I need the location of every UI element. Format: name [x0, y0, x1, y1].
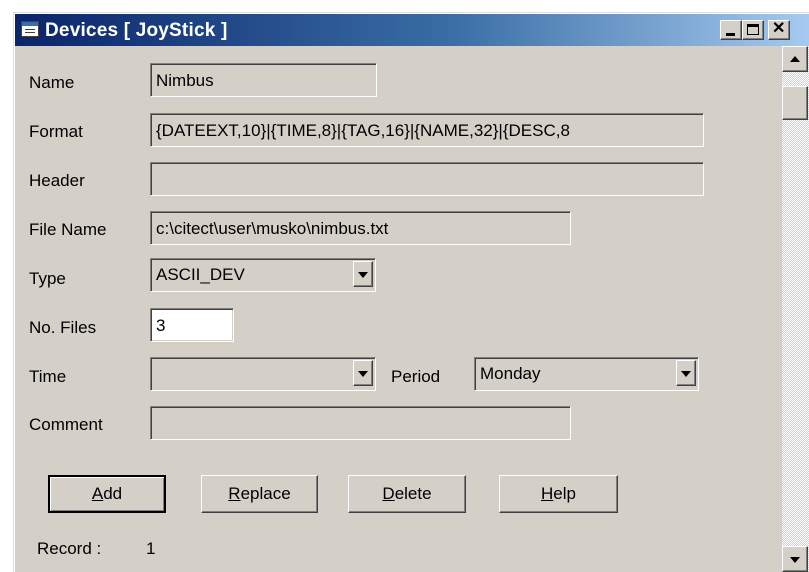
minimize-icon [726, 33, 735, 36]
file-name-label: File Name [29, 220, 107, 239]
type-select-value: ASCII_DEV [150, 258, 376, 292]
maximize-button[interactable] [742, 20, 764, 40]
replace-accelerator: R [228, 484, 241, 503]
header-label: Header [29, 171, 85, 190]
help-button-label: elp [553, 484, 576, 503]
period-dropdown-button[interactable] [676, 360, 696, 386]
add-button-label: dd [103, 484, 123, 503]
name-field[interactable]: Nimbus [150, 63, 377, 97]
replace-button[interactable]: Replace [201, 475, 318, 513]
minimize-button[interactable] [720, 20, 742, 40]
arrow-up-icon [790, 56, 800, 62]
chevron-down-icon [358, 371, 368, 377]
record-label: Record : [37, 539, 102, 558]
type-dropdown-button[interactable] [353, 261, 373, 287]
format-label: Format [29, 122, 83, 141]
help-button[interactable]: Help [499, 475, 618, 513]
delete-button[interactable]: Delete [348, 475, 466, 513]
type-label: Type [29, 269, 66, 288]
add-button[interactable]: Add [48, 475, 166, 513]
delete-button-label: elete [394, 484, 432, 503]
chevron-down-icon [358, 272, 368, 278]
window-icon[interactable] [21, 21, 39, 37]
file-name-field[interactable]: c:\citect\user\musko\nimbus.txt [150, 211, 571, 245]
time-label: Time [29, 367, 67, 386]
add-accelerator: A [91, 484, 104, 503]
format-field[interactable]: {DATEEXT,10}|{TIME,8}|{TAG,16}|{NAME,32}… [150, 113, 704, 147]
replace-button-label: eplace [240, 484, 291, 503]
chevron-down-icon [681, 371, 691, 377]
window-title: Devices [ JoyStick ] [45, 20, 228, 41]
maximize-icon [747, 24, 759, 35]
comment-label: Comment [29, 415, 103, 434]
help-accelerator: H [541, 484, 554, 503]
comment-field[interactable] [150, 406, 571, 440]
scroll-thumb[interactable] [782, 86, 808, 120]
header-field[interactable] [150, 162, 704, 196]
time-select-value [150, 357, 376, 391]
no-files-label: No. Files [29, 318, 97, 337]
devices-window: Devices [ JoyStick ] ✕ Name Nimbus Forma… [13, 12, 809, 572]
close-button[interactable]: ✕ [768, 20, 790, 40]
delete-accelerator: D [382, 484, 395, 503]
type-select[interactable]: ASCII_DEV [150, 258, 376, 292]
record-value: 1 [146, 539, 156, 558]
period-select-value: Monday [474, 357, 699, 391]
period-select[interactable]: Monday [474, 357, 699, 391]
name-label: Name [29, 73, 75, 92]
scroll-down-button[interactable] [782, 546, 808, 572]
title-bar[interactable]: Devices [ JoyStick ] ✕ [15, 14, 809, 46]
time-dropdown-button[interactable] [353, 360, 373, 386]
arrow-down-icon [790, 557, 800, 563]
no-files-field[interactable]: 3 [150, 308, 234, 342]
time-select[interactable] [150, 357, 376, 391]
close-icon: ✕ [772, 20, 786, 37]
vertical-scrollbar[interactable] [782, 46, 809, 572]
period-label: Period [391, 367, 441, 386]
scroll-up-button[interactable] [782, 46, 808, 72]
